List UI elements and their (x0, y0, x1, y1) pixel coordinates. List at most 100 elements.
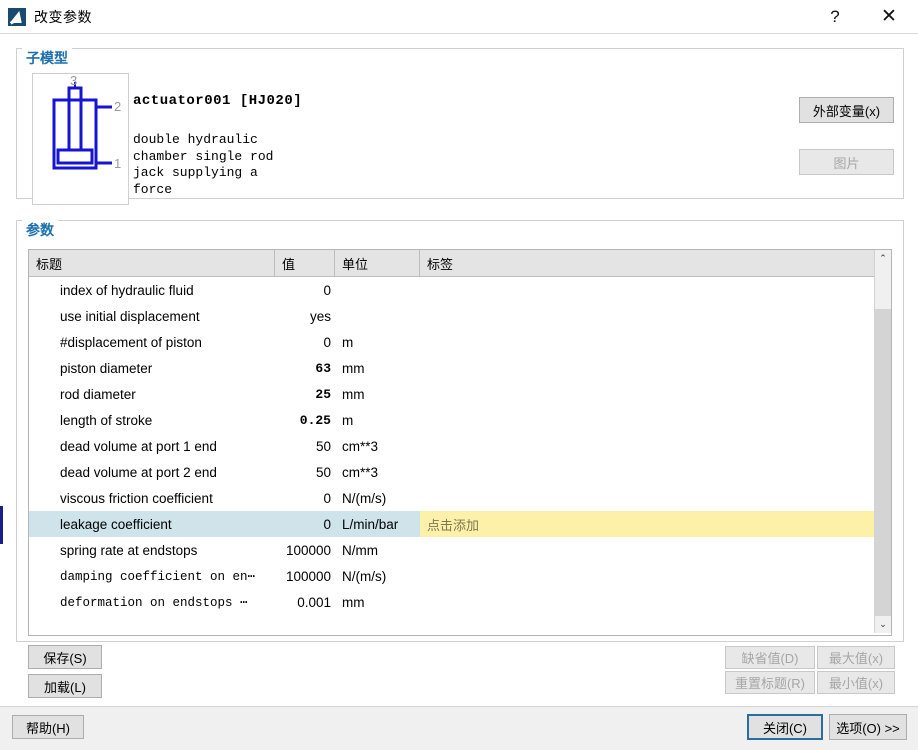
close-button[interactable]: 关闭(C) (747, 714, 823, 740)
column-header-title[interactable]: 标题 (29, 250, 275, 276)
window-title: 改变参数 (34, 8, 92, 25)
cell-value[interactable]: 25 (275, 381, 335, 407)
table-row[interactable]: spring rate at endstops 100000 N/mm (29, 537, 891, 563)
cell-title[interactable]: spring rate at endstops (29, 537, 275, 563)
cell-label[interactable] (420, 355, 875, 381)
cell-unit[interactable]: mm (335, 589, 420, 615)
cell-title[interactable]: viscous friction coefficient (29, 485, 275, 511)
cell-label[interactable] (420, 485, 875, 511)
cell-value[interactable]: 100000 (275, 537, 335, 563)
cell-unit[interactable] (335, 303, 420, 329)
cell-label[interactable] (420, 381, 875, 407)
submodel-group-title: 子模型 (22, 48, 72, 68)
cell-value[interactable]: 100000 (275, 563, 335, 589)
reset-title-button: 重置标题(R) (725, 671, 815, 694)
selected-row-edge-marker (0, 506, 3, 544)
title-bar: 改变参数 (0, 0, 918, 34)
table-row[interactable]: viscous friction coefficient 0 N/(m/s) (29, 485, 891, 511)
cell-value[interactable]: 0 (275, 511, 335, 537)
cell-title[interactable]: rod diameter (29, 381, 275, 407)
cell-label[interactable] (420, 563, 875, 589)
cell-label[interactable] (420, 303, 875, 329)
help-icon-button[interactable]: ? (812, 0, 858, 33)
cell-title[interactable]: use initial displacement (29, 303, 275, 329)
cell-title[interactable]: dead volume at port 2 end (29, 459, 275, 485)
cell-title[interactable]: #displacement of piston (29, 329, 275, 355)
table-row[interactable]: #displacement of piston 0 m (29, 329, 891, 355)
submodel-description: double hydraulic chamber single rod jack… (133, 132, 274, 197)
column-header-label[interactable]: 标签 (420, 250, 875, 276)
cell-title[interactable]: piston diameter (29, 355, 275, 381)
cell-unit[interactable]: N/mm (335, 537, 420, 563)
cell-label[interactable] (420, 589, 875, 615)
cell-value[interactable]: 0 (275, 485, 335, 511)
cell-unit[interactable]: N/(m/s) (335, 563, 420, 589)
table-row[interactable]: use initial displacement yes (29, 303, 891, 329)
cell-value[interactable]: 50 (275, 433, 335, 459)
cell-title[interactable]: deformation on endstops ⋯ (29, 589, 275, 615)
column-header-value[interactable]: 值 (275, 250, 335, 276)
cell-label[interactable] (420, 277, 875, 303)
cell-unit[interactable]: m (335, 407, 420, 433)
cell-unit[interactable]: m (335, 329, 420, 355)
port-label-2: 2 (114, 99, 121, 114)
parameters-group-title: 参数 (22, 220, 58, 240)
table-row[interactable]: length of stroke 0.25 m (29, 407, 891, 433)
table-row[interactable]: dead volume at port 2 end 50 cm**3 (29, 459, 891, 485)
cell-title[interactable]: leakage coefficient (29, 511, 275, 537)
cell-value[interactable]: 0.25 (275, 407, 335, 433)
default-value-button: 缺省值(D) (725, 646, 815, 669)
cell-title[interactable]: damping coefficient on en⋯ (29, 563, 275, 589)
cell-label[interactable] (420, 433, 875, 459)
options-button[interactable]: 选项(O) >> (829, 714, 907, 740)
cell-unit[interactable] (335, 277, 420, 303)
save-button[interactable]: 保存(S) (28, 645, 102, 669)
external-variables-button[interactable]: 外部变量(x) (799, 97, 894, 123)
scroll-up-icon[interactable]: ⌃ (875, 250, 891, 267)
cell-label[interactable]: 点击添加 (420, 511, 875, 537)
table-row[interactable]: index of hydraulic fluid 0 (29, 277, 891, 303)
cell-label[interactable] (420, 459, 875, 485)
min-value-button: 最小值(x) (817, 671, 895, 694)
port-label-3: 3 (70, 74, 77, 88)
table-body: index of hydraulic fluid 0 use initial dis… (29, 277, 891, 615)
cell-label[interactable] (420, 537, 875, 563)
column-header-unit[interactable]: 单位 (335, 250, 420, 276)
cell-title[interactable]: dead volume at port 1 end (29, 433, 275, 459)
table-vertical-scrollbar[interactable]: ⌃ ⌄ (874, 250, 891, 633)
cell-unit[interactable]: cm**3 (335, 433, 420, 459)
app-logo-icon (8, 7, 26, 26)
port-label-1: 1 (114, 156, 121, 171)
table-row[interactable]: damping coefficient on en⋯ 100000 N/(m/s) (29, 563, 891, 589)
scroll-down-icon[interactable]: ⌄ (875, 616, 891, 633)
load-button[interactable]: 加载(L) (28, 674, 102, 698)
cell-unit[interactable]: cm**3 (335, 459, 420, 485)
image-button: 图片 (799, 149, 894, 175)
help-button[interactable]: 帮助(H) (12, 715, 84, 739)
table-row[interactable]: rod diameter 25 mm (29, 381, 891, 407)
scrollbar-thumb[interactable] (875, 309, 891, 626)
cell-value[interactable]: 0 (275, 277, 335, 303)
cell-title[interactable]: length of stroke (29, 407, 275, 433)
table-row[interactable]: piston diameter 63 mm (29, 355, 891, 381)
submodel-preview-box: 3 2 1 (32, 73, 129, 205)
table-header-row: 标题 值 单位 标签 (29, 250, 891, 277)
cell-unit[interactable]: mm (335, 355, 420, 381)
cell-unit[interactable]: N/(m/s) (335, 485, 420, 511)
cell-value[interactable]: yes (275, 303, 335, 329)
close-icon-button[interactable]: ✕ (866, 0, 912, 33)
cell-label[interactable] (420, 407, 875, 433)
max-value-button: 最大值(x) (817, 646, 895, 669)
submodel-name: actuator001 [HJ020] (133, 93, 303, 109)
cell-label[interactable] (420, 329, 875, 355)
table-row[interactable]: deformation on endstops ⋯ 0.001 mm (29, 589, 891, 615)
cell-value[interactable]: 50 (275, 459, 335, 485)
cell-unit[interactable]: L/min/bar (335, 511, 420, 537)
cell-unit[interactable]: mm (335, 381, 420, 407)
cell-value[interactable]: 0.001 (275, 589, 335, 615)
cell-value[interactable]: 0 (275, 329, 335, 355)
table-row[interactable]: dead volume at port 1 end 50 cm**3 (29, 433, 891, 459)
table-row[interactable]: leakage coefficient 0 L/min/bar 点击添加 (29, 511, 891, 537)
cell-value[interactable]: 63 (275, 355, 335, 381)
cell-title[interactable]: index of hydraulic fluid (29, 277, 275, 303)
